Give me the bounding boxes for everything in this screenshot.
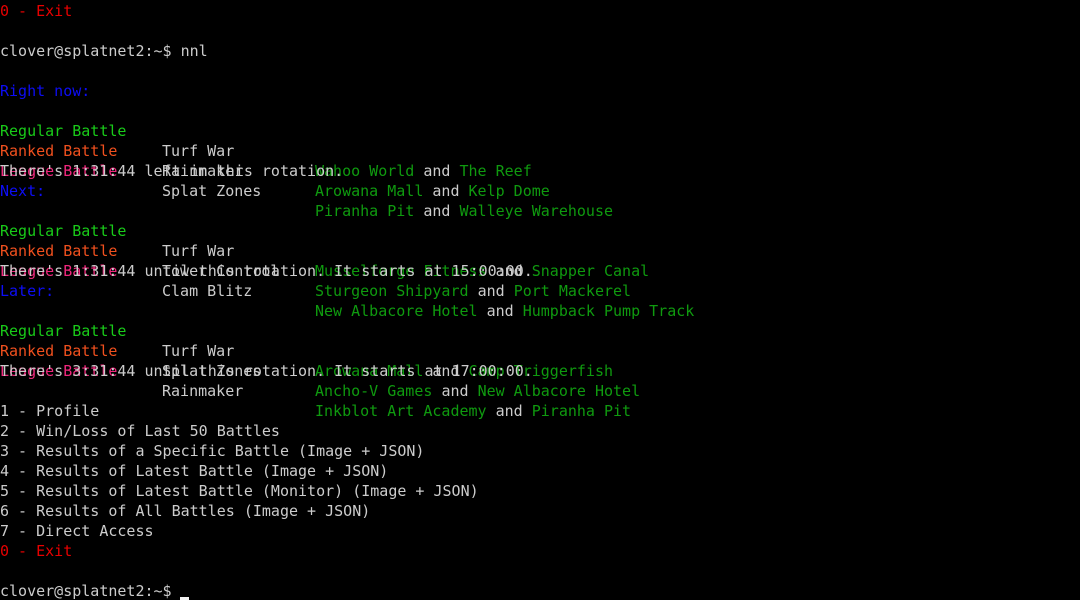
command-text: nnl <box>180 42 208 60</box>
game-mode: Clam Blitz <box>162 282 253 300</box>
stage-conjunction: and <box>441 382 469 400</box>
menu-item-all-battles: 6 - Results of All Battles (Image + JSON… <box>0 502 371 520</box>
menu-item-win-loss: 2 - Win/Loss of Last 50 Battles <box>0 422 280 440</box>
stage-name: The Reef <box>459 162 532 180</box>
terminal-window[interactable]: 0 - Exit clover@splatnet2:~$ nnl Right n… <box>0 0 1080 600</box>
rotation-header-later: Later: <box>0 282 55 300</box>
game-mode: Splat Zones <box>162 182 262 200</box>
menu-item-exit: 0 - Exit <box>0 542 73 560</box>
rotation-row: League Battle Rainmaker Inkblot Art Acad… <box>0 341 1080 420</box>
menu-item-latest-battle-monitor: 5 - Results of Latest Battle (Monitor) (… <box>0 482 479 500</box>
stage-name: New Albacore Hotel <box>477 382 641 400</box>
stage-name: Port Mackerel <box>513 282 632 300</box>
rotation-row: Regular Battle Turf War Arowana Mall and… <box>0 301 1080 380</box>
rotation-row: League Battle Splat Zones Piranha Pit an… <box>0 141 1080 220</box>
game-mode: Rainmaker <box>162 382 244 400</box>
stage-name: Inkblot Art Academy <box>315 402 487 420</box>
previous-exit-line: 0 - Exit <box>0 2 73 20</box>
menu-item-specific-battle: 3 - Results of a Specific Battle (Image … <box>0 442 425 460</box>
rotation-status: There's 3:31:44 until this rotation. It … <box>0 362 533 380</box>
rotation-row: Regular Battle Turf War Wahoo World and … <box>0 101 1080 180</box>
stage-conjunction: and <box>495 402 523 420</box>
rotation-row: Ranked Battle Splat Zones Ancho-V Games … <box>0 321 1080 400</box>
menu-item-latest-battle: 4 - Results of Latest Battle (Image + JS… <box>0 462 389 480</box>
stage-name: Snapper Canal <box>531 262 650 280</box>
shell-prompt: clover@splatnet2:~$ <box>0 42 172 60</box>
rotation-status: There's 1:31:44 until this rotation. It … <box>0 262 533 280</box>
menu-item-direct-access: 7 - Direct Access <box>0 522 154 540</box>
shell-prompt: clover@splatnet2:~$ <box>0 582 172 600</box>
stage-conjunction: and <box>477 282 505 300</box>
menu-item-profile: 1 - Profile <box>0 402 100 420</box>
rotation-header-next: Next: <box>0 182 46 200</box>
rotation-status: There's 1:31:44 left in this rotation. <box>0 162 344 180</box>
command-line: clover@splatnet2:~$ nnl <box>0 41 208 61</box>
rotation-header-now: Right now: <box>0 82 91 100</box>
stage-name: Kelp Dome <box>468 182 550 200</box>
rotation-row: Ranked Battle Tower Control Sturgeon Shi… <box>0 221 1080 300</box>
rotation-row: Ranked Battle Rainmaker Arowana Mall and… <box>0 121 1080 200</box>
stage-conjunction: and <box>423 162 451 180</box>
input-line[interactable]: clover@splatnet2:~$ <box>0 581 189 600</box>
stage-name: Ancho-V Games <box>315 382 433 400</box>
stage-conjunction: and <box>432 182 460 200</box>
stage-name: Arowana Mall <box>315 182 424 200</box>
stage-name: Piranha Pit <box>531 402 632 420</box>
rotation-row: Regular Battle Turf War Musselforge Fitn… <box>0 201 1080 280</box>
stage-name: Sturgeon Shipyard <box>315 282 469 300</box>
rotation-row: League Battle Clam Blitz New Albacore Ho… <box>0 241 1080 320</box>
